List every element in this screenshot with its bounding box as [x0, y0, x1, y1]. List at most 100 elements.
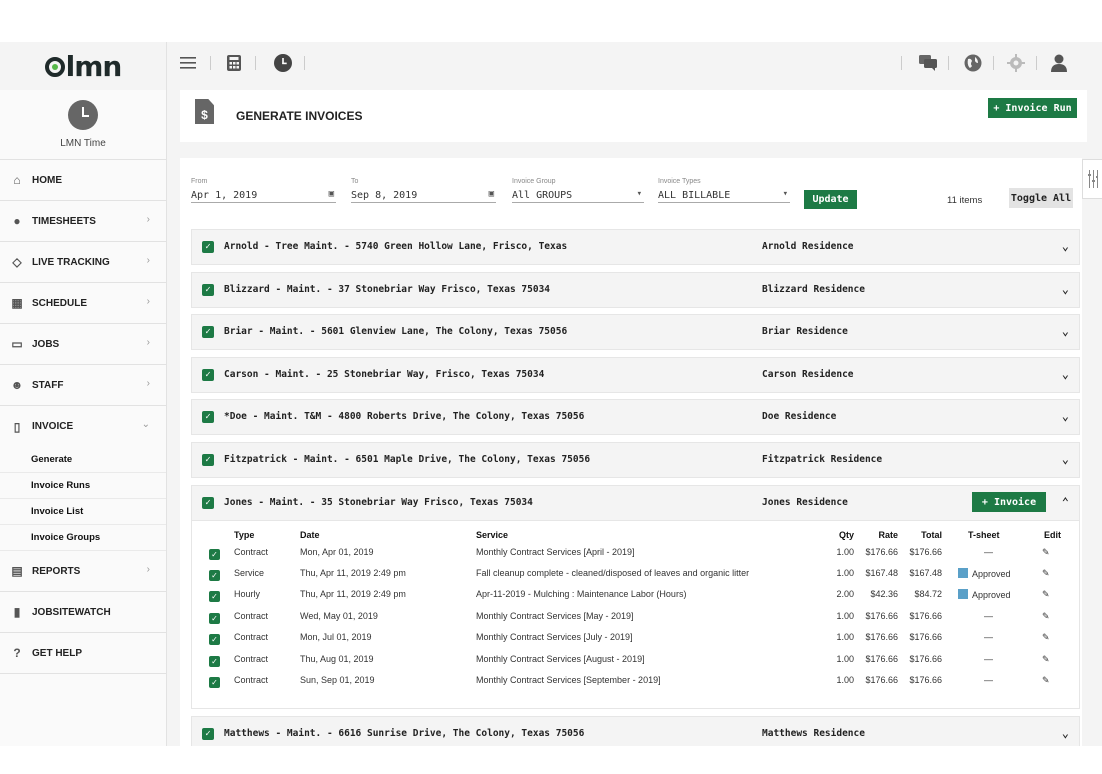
job-row-jones[interactable]: ✓ Jones - Maint. - 35 Stonebriar Way Fri…: [191, 485, 1080, 521]
sidebar-item-staff[interactable]: ☻ STAFF ›: [0, 365, 166, 406]
table-row: ✓ Contract Thu, Aug 01, 2019 Monthly Con…: [192, 650, 1081, 671]
job-checkbox[interactable]: ✓: [202, 241, 214, 253]
invoice-icon: ▯: [13, 419, 21, 434]
job-title: Blizzard - Maint. - 37 Stonebriar Way Fr…: [224, 284, 551, 295]
briefcase-icon: ▭: [11, 337, 23, 351]
edit-pencil-icon[interactable]: ✎: [1042, 654, 1050, 665]
row-checkbox[interactable]: ✓: [209, 656, 220, 667]
from-date-field[interactable]: From Apr 1, 2019 ▣: [191, 178, 336, 203]
update-button[interactable]: Update: [804, 190, 857, 209]
job-checkbox[interactable]: ✓: [202, 411, 214, 423]
job-checkbox[interactable]: ✓: [202, 497, 214, 509]
sidebar-subitem-invoice-list[interactable]: Invoice List: [0, 499, 166, 525]
sidebar-item-invoice[interactable]: ▯ INVOICE ⌄: [0, 406, 166, 447]
table-row: ✓ Contract Sun, Sep 01, 2019 Monthly Con…: [192, 671, 1081, 692]
sidebar-item-live-tracking[interactable]: ◇ LIVE TRACKING ›: [0, 242, 166, 283]
clock-icon: [68, 100, 98, 130]
invoice-run-button[interactable]: + Invoice Run: [988, 98, 1077, 118]
calendar-icon[interactable]: ▣: [329, 189, 334, 199]
job-row-matthews[interactable]: ✓ Matthews - Maint. - 6616 Sunrise Drive…: [191, 716, 1080, 746]
approved-square-icon: [958, 568, 968, 578]
row-checkbox[interactable]: ✓: [209, 634, 220, 645]
row-checkbox[interactable]: ✓: [209, 570, 220, 581]
sidebar-item-jobs[interactable]: ▭ JOBS ›: [0, 324, 166, 365]
job-checkbox[interactable]: ✓: [202, 454, 214, 466]
live-tracking-icon: ◇: [12, 255, 22, 269]
job-checkbox[interactable]: ✓: [202, 728, 214, 740]
job-title: Briar - Maint. - 5601 Glenview Lane, The…: [224, 326, 568, 337]
sidebar-item-schedule[interactable]: ▦ SCHEDULE ›: [0, 283, 166, 324]
sidebar-item-home[interactable]: ⌂ HOME: [0, 160, 166, 201]
timesheets-icon: ●: [13, 214, 21, 228]
edit-pencil-icon[interactable]: ✎: [1042, 675, 1050, 686]
filter-settings-icon[interactable]: [1082, 159, 1102, 199]
edit-pencil-icon[interactable]: ✎: [1042, 547, 1050, 558]
chevron-down-icon[interactable]: ⌄: [1062, 409, 1069, 423]
job-row-blizzard[interactable]: ✓ Blizzard - Maint. - 37 Stonebriar Way …: [191, 272, 1080, 308]
module-switcher[interactable]: LMN Time: [0, 90, 166, 160]
chevron-up-icon[interactable]: ⌃: [1062, 495, 1069, 509]
calculator-icon[interactable]: [224, 53, 244, 73]
job-row-arnold[interactable]: ✓ Arnold - Tree Maint. - 5740 Green Holl…: [191, 229, 1080, 265]
jobsitewatch-icon: ▮: [13, 605, 21, 619]
sidebar-item-jobsitewatch[interactable]: ▮ JOBSITEWATCH: [0, 592, 166, 633]
logo-mark-icon: [44, 57, 65, 77]
edit-pencil-icon[interactable]: ✎: [1042, 632, 1050, 643]
user-avatar-icon[interactable]: [1049, 53, 1069, 73]
calendar-icon[interactable]: ▣: [489, 189, 494, 199]
job-row-carson[interactable]: ✓ Carson - Maint. - 25 Stonebriar Way, F…: [191, 357, 1080, 393]
col-header-date: Date: [300, 530, 320, 540]
tsheet-status[interactable]: Approved: [958, 568, 1011, 579]
invoice-group-select[interactable]: Invoice Group All GROUPS ▾: [512, 178, 644, 203]
globe-icon[interactable]: [963, 53, 983, 73]
row-checkbox[interactable]: ✓: [209, 613, 220, 624]
chevron-down-icon[interactable]: ⌄: [1062, 324, 1069, 338]
gear-icon[interactable]: [1006, 53, 1026, 73]
sidebar-subitem-invoice-groups[interactable]: Invoice Groups: [0, 525, 166, 551]
edit-pencil-icon[interactable]: ✎: [1042, 589, 1050, 600]
sidebar-item-reports[interactable]: ▤ REPORTS ›: [0, 551, 166, 592]
row-checkbox[interactable]: ✓: [209, 591, 220, 602]
chevron-down-icon[interactable]: ⌄: [1062, 239, 1069, 253]
edit-pencil-icon[interactable]: ✎: [1042, 568, 1050, 579]
logo[interactable]: lmn: [0, 42, 166, 90]
sidebar-item-timesheets[interactable]: ● TIMESHEETS ›: [0, 201, 166, 242]
col-header-total: Total: [921, 530, 942, 540]
job-residence: Jones Residence: [762, 497, 848, 508]
page-header: $ GENERATE INVOICES + Invoice Run: [180, 90, 1087, 142]
edit-pencil-icon[interactable]: ✎: [1042, 611, 1050, 622]
job-row-fitzpatrick[interactable]: ✓ Fitzpatrick - Maint. - 6501 Maple Driv…: [191, 442, 1080, 478]
row-checkbox[interactable]: ✓: [209, 677, 220, 688]
tsheet-status[interactable]: Approved: [958, 589, 1011, 600]
to-date-field[interactable]: To Sep 8, 2019 ▣: [351, 178, 496, 203]
toggle-all-button[interactable]: Toggle All: [1009, 188, 1073, 208]
clock-icon[interactable]: [273, 53, 293, 73]
chevron-down-icon[interactable]: ⌄: [1062, 367, 1069, 381]
table-row: ✓ Contract Mon, Apr 01, 2019 Monthly Con…: [192, 543, 1081, 564]
sidebar-subitem-invoice-runs[interactable]: Invoice Runs: [0, 473, 166, 499]
job-title: Matthews - Maint. - 6616 Sunrise Drive, …: [224, 728, 585, 739]
job-title: Fitzpatrick - Maint. - 6501 Maple Drive,…: [224, 454, 591, 465]
job-row-doe[interactable]: ✓ *Doe - Maint. T&M - 4800 Roberts Drive…: [191, 399, 1080, 435]
row-checkbox[interactable]: ✓: [209, 549, 220, 560]
job-checkbox[interactable]: ✓: [202, 369, 214, 381]
sidebar-subitem-generate[interactable]: Generate: [0, 447, 166, 473]
sidebar-item-get-help[interactable]: ? GET HELP: [0, 633, 166, 674]
tsheet-status: —: [984, 675, 993, 685]
invoice-document-icon: $: [195, 99, 214, 124]
home-icon: ⌂: [13, 173, 21, 187]
job-checkbox[interactable]: ✓: [202, 326, 214, 338]
chevron-down-icon[interactable]: ⌄: [1062, 726, 1069, 740]
invoice-types-select[interactable]: Invoice Types ALL BILLABLE ▾: [658, 178, 790, 203]
hamburger-menu-icon[interactable]: [178, 53, 198, 73]
add-invoice-button[interactable]: + Invoice: [972, 492, 1046, 512]
chevron-down-icon[interactable]: ⌄: [1062, 452, 1069, 466]
chat-icon[interactable]: [918, 53, 938, 73]
chevron-right-icon: ›: [146, 564, 150, 575]
chevron-down-icon[interactable]: ⌄: [1062, 282, 1069, 296]
chevron-right-icon: ›: [146, 378, 150, 389]
tsheet-status: —: [984, 611, 993, 621]
tsheet-status: —: [984, 654, 993, 664]
job-checkbox[interactable]: ✓: [202, 284, 214, 296]
job-row-briar[interactable]: ✓ Briar - Maint. - 5601 Glenview Lane, T…: [191, 314, 1080, 350]
